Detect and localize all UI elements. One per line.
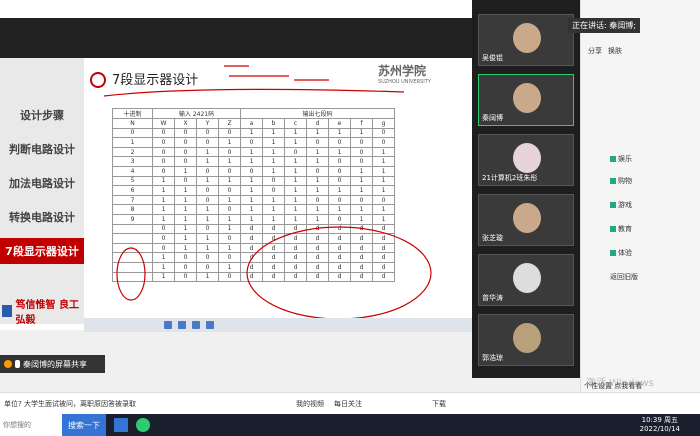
os-taskbar: 你想搜的 搜索一下 10:39 周五 2022/10/14 (0, 414, 700, 436)
daily-follow-link[interactable]: 每日关注 (334, 399, 362, 409)
side-btn-old-version[interactable]: 返回旧版 (610, 270, 648, 284)
shared-taskbar (84, 318, 472, 332)
participant-name: 郭浩琼 (482, 354, 503, 362)
right-sidebar (580, 0, 700, 392)
app-icon (178, 321, 186, 329)
side-btn-label: 返回旧版 (610, 273, 638, 281)
slide-nav: 设计步骤 判断电路设计 加法电路设计 转换电路设计 7段显示器设计 (0, 58, 84, 324)
app-icon (206, 321, 214, 329)
app-icon[interactable] (114, 418, 128, 432)
participant-name: 秦阔博 (482, 114, 503, 122)
book-icon (2, 305, 12, 317)
participant-name: 吴俊锟 (482, 54, 503, 62)
avatar (513, 323, 541, 353)
video-tile[interactable]: 郭浩琼 (478, 314, 574, 366)
presenter-label: 秦阔博的屏幕共享 (23, 359, 87, 369)
side-btn-label: 体验 (618, 249, 632, 257)
user-icon (4, 360, 12, 368)
share-top-bar (0, 0, 472, 18)
tv-icon (610, 156, 616, 162)
browser-status-strip: 单位? 大学生面试被问，离职原因答被录取 我的视频 每日关注 下载 (0, 392, 700, 414)
mic-icon (15, 360, 20, 368)
system-clock[interactable]: 10:39 周五 2022/10/14 (640, 416, 680, 434)
side-btn-label: 教育 (618, 225, 632, 233)
video-tile[interactable]: 秦阔博 (478, 74, 574, 126)
screen-share-badge[interactable]: 秦阔博的屏幕共享 (0, 355, 105, 373)
participant-name: 曾华涛 (482, 294, 503, 302)
search-button[interactable]: 搜索一下 (62, 414, 106, 436)
video-tile[interactable]: 吴俊锟 (478, 14, 574, 66)
clock-time: 10:39 周五 (641, 416, 679, 424)
download-link[interactable]: 下载 (432, 399, 446, 409)
avatar (513, 83, 541, 113)
annotation-strokes (103, 65, 432, 318)
video-tile[interactable]: 曾华涛 (478, 254, 574, 306)
nav-item-adder: 加法电路设计 (9, 177, 75, 190)
share-header (0, 18, 472, 58)
side-btn-experience[interactable]: 体验 (610, 246, 648, 260)
motto: 笃信惟智 良工弘毅 (2, 298, 82, 326)
nav-item-steps: 设计步骤 (20, 109, 64, 122)
side-top-links: 分享 换肤 (588, 46, 622, 56)
app-icon (192, 321, 200, 329)
participant-name: 21计算机2班朱彤 (482, 174, 538, 182)
side-btn-entertainment[interactable]: 娱乐 (610, 152, 648, 166)
side-btn-education[interactable]: 教育 (610, 222, 648, 236)
speaking-indicator: 正在讲话: 秦阔博; (568, 18, 640, 33)
windows-icon (164, 321, 172, 329)
side-btn-label: 购物 (618, 177, 632, 185)
side-btn-shopping[interactable]: 购物 (610, 174, 648, 188)
video-tile[interactable]: 21计算机2班朱彤 (478, 134, 574, 186)
game-icon (610, 202, 616, 208)
gift-icon (610, 250, 616, 256)
participant-name: 张芝璇 (482, 234, 503, 242)
personal-settings-link[interactable]: 个性设置 点我看看 (584, 381, 642, 391)
app-icon[interactable] (136, 418, 150, 432)
nav-item-7seg: 7段显示器设计 (0, 238, 84, 264)
skin-link[interactable]: 换肤 (608, 46, 622, 56)
side-btn-label: 游戏 (618, 201, 632, 209)
search-input[interactable]: 你想搜的 (0, 414, 62, 436)
side-btn-label: 娱乐 (618, 155, 632, 163)
clock-date: 2022/10/14 (639, 425, 680, 433)
side-btn-games[interactable]: 游戏 (610, 198, 648, 212)
book-icon (610, 226, 616, 232)
avatar (513, 143, 541, 173)
news-ticker[interactable]: 单位? 大学生面试被问，离职原因答被录取 (4, 399, 136, 409)
nav-item-judge: 判断电路设计 (9, 143, 75, 156)
avatar (513, 23, 541, 53)
share-link[interactable]: 分享 (588, 46, 602, 56)
my-video-link[interactable]: 我的视频 (296, 399, 324, 409)
video-tile[interactable]: 张芝璇 (478, 194, 574, 246)
avatar (513, 203, 541, 233)
cart-icon (610, 178, 616, 184)
nav-item-convert: 转换电路设计 (9, 211, 75, 224)
avatar (513, 263, 541, 293)
motto-text: 笃信惟智 良工弘毅 (15, 300, 80, 326)
